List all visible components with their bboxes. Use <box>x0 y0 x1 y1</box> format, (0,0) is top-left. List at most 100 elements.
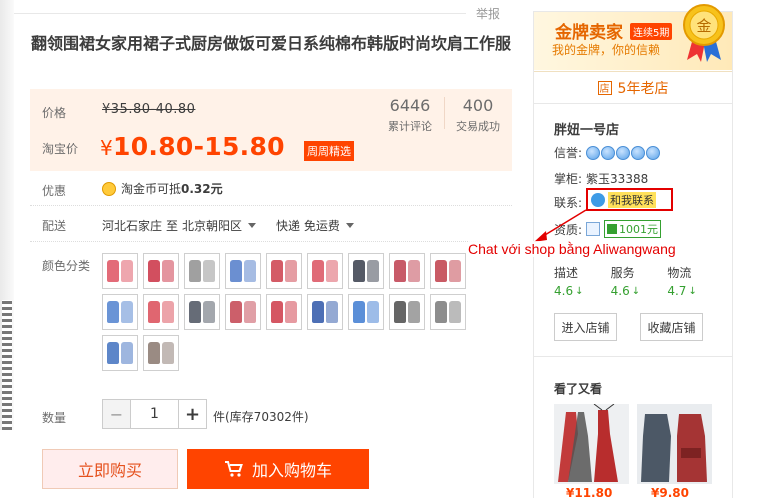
shop-name[interactable]: 胖妞一号店 <box>554 119 619 138</box>
report-link[interactable]: 举报 <box>476 5 500 22</box>
color-swatch[interactable] <box>102 335 138 371</box>
apron-thumbnail <box>353 301 365 323</box>
apron-thumbnail <box>285 260 297 282</box>
add-to-cart-label: 加入购物车 <box>251 461 332 480</box>
apron-image <box>641 414 707 482</box>
shop-icon: 店 <box>597 80 612 95</box>
recommend-item-image[interactable] <box>637 404 712 484</box>
ship-to-select[interactable]: 北京朝阳区 <box>182 217 257 234</box>
apron-thumbnail <box>203 301 215 323</box>
annotation-text: Chat với shop bằng Aliwangwang <box>468 241 676 257</box>
shipping-label: 配送 <box>42 219 67 233</box>
add-to-cart-button[interactable]: 加入购物车 <box>187 449 369 489</box>
apron-image <box>558 403 618 482</box>
color-swatch[interactable] <box>389 253 425 289</box>
apron-thumbnail <box>312 301 324 323</box>
deposit-icon <box>607 224 618 234</box>
discount-label: 优惠 <box>42 184 67 198</box>
color-swatch[interactable] <box>266 253 302 289</box>
crown-icon <box>601 145 616 160</box>
apron-thumbnail <box>162 301 174 323</box>
apron-thumbnail <box>367 260 379 282</box>
keeper-label: 掌柜: <box>554 172 583 186</box>
gold-seller-badge: 连续5期 <box>630 23 673 40</box>
arrow-down-icon: ↓ <box>575 285 584 297</box>
rating-value: 4.7 <box>667 284 687 298</box>
keeper-name[interactable]: 紫玉33388 <box>586 170 648 187</box>
quantity-input[interactable]: 1 <box>131 400 178 428</box>
rating-label: 服务 <box>610 266 635 280</box>
color-swatch[interactable] <box>143 294 179 330</box>
color-swatch[interactable] <box>307 294 343 330</box>
color-swatch[interactable] <box>143 253 179 289</box>
promo-tag[interactable]: 周周精选 <box>304 141 354 161</box>
apron-thumbnail <box>326 260 338 282</box>
color-swatch[interactable] <box>225 253 261 289</box>
apron-thumbnail <box>353 260 365 282</box>
color-swatch[interactable] <box>143 335 179 371</box>
color-swatch[interactable] <box>389 294 425 330</box>
color-swatch[interactable] <box>184 253 220 289</box>
review-count[interactable]: 6446 累计评论 <box>382 96 438 134</box>
apron-thumbnail <box>244 301 256 323</box>
color-swatch[interactable] <box>430 253 466 289</box>
shop-age-text: 5年老店 <box>617 80 669 97</box>
recommend-item-image[interactable] <box>554 403 629 484</box>
sales-count-caption: 交易成功 <box>456 120 500 133</box>
recommend-item-price: ¥9.80 <box>651 486 689 498</box>
apron-thumbnail <box>394 260 406 282</box>
apron-thumbnail <box>326 301 338 323</box>
color-swatch[interactable] <box>184 294 220 330</box>
color-swatch[interactable] <box>348 253 384 289</box>
color-swatch[interactable] <box>430 294 466 330</box>
shop-ratings: 描述 4.6 ↓ 服务 4.6 ↓ 物流 4.7 ↓ <box>554 264 724 298</box>
color-swatch[interactable] <box>225 294 261 330</box>
stock-info: 件(库存70302件) <box>213 410 309 424</box>
buy-now-button[interactable]: 立即购买 <box>42 449 178 489</box>
svg-text:金: 金 <box>696 17 711 35</box>
crown-icon <box>586 145 601 160</box>
apron-thumbnail <box>449 301 461 323</box>
discount-info: 淘金币可抵0.32元 <box>102 180 223 197</box>
ship-method-select[interactable]: 快递 免运费 <box>276 217 354 234</box>
apron-thumbnail <box>121 301 133 323</box>
apron-thumbnail <box>162 260 174 282</box>
credit-crowns[interactable] <box>586 145 661 160</box>
credit-row: 信誉: <box>554 144 661 161</box>
apron-thumbnail <box>449 260 461 282</box>
ship-from: 河北石家庄 <box>102 219 163 233</box>
gold-seller-title: 金牌卖家 <box>555 23 623 43</box>
apron-thumbnail <box>189 301 201 323</box>
gold-seller-slogan: 我的金牌，你的信赖 <box>552 43 661 57</box>
favorite-shop-button[interactable]: 收藏店铺 <box>640 313 703 341</box>
recommend-title: 看了又看 <box>554 382 603 396</box>
color-swatch[interactable] <box>102 294 138 330</box>
color-swatch[interactable] <box>102 253 138 289</box>
quantity-decrease-button[interactable]: − <box>103 400 131 428</box>
credit-label: 信誉: <box>554 146 583 160</box>
apron-thumbnail <box>285 301 297 323</box>
color-swatch[interactable] <box>348 294 384 330</box>
product-title: 翻领围裙女家用裙子式厨房做饭可爱日系纯棉布韩版时尚坎肩工作服 <box>31 34 512 53</box>
apron-thumbnail <box>230 260 242 282</box>
enter-shop-button[interactable]: 进入店铺 <box>554 313 617 341</box>
promo-price: ¥10.80-15.80 <box>100 132 285 161</box>
shipping-info: 河北石家庄 至 北京朝阳区 快递 免运费 <box>102 217 354 234</box>
gold-medal-icon: 金 <box>683 4 725 62</box>
review-count-caption: 累计评论 <box>388 120 432 133</box>
contact-seller-label: 和我联系 <box>608 191 656 208</box>
divider <box>444 97 445 129</box>
apron-thumbnail <box>435 301 447 323</box>
contact-seller-button[interactable]: 和我联系 <box>586 188 673 211</box>
quantity-increase-button[interactable]: + <box>178 400 206 428</box>
original-price: ¥35.80-40.80 <box>102 102 196 117</box>
recommend-item-price: ¥11.80 <box>566 486 613 498</box>
divider <box>534 356 732 357</box>
chevron-down-icon <box>345 223 354 228</box>
arrow-down-icon: ↓ <box>631 285 641 297</box>
deposit-badge[interactable]: 1001元 <box>604 220 662 238</box>
color-swatch[interactable] <box>307 253 343 289</box>
apron-thumbnail <box>121 342 133 364</box>
ship-to-label: 至 <box>166 219 179 233</box>
color-swatch[interactable] <box>266 294 302 330</box>
